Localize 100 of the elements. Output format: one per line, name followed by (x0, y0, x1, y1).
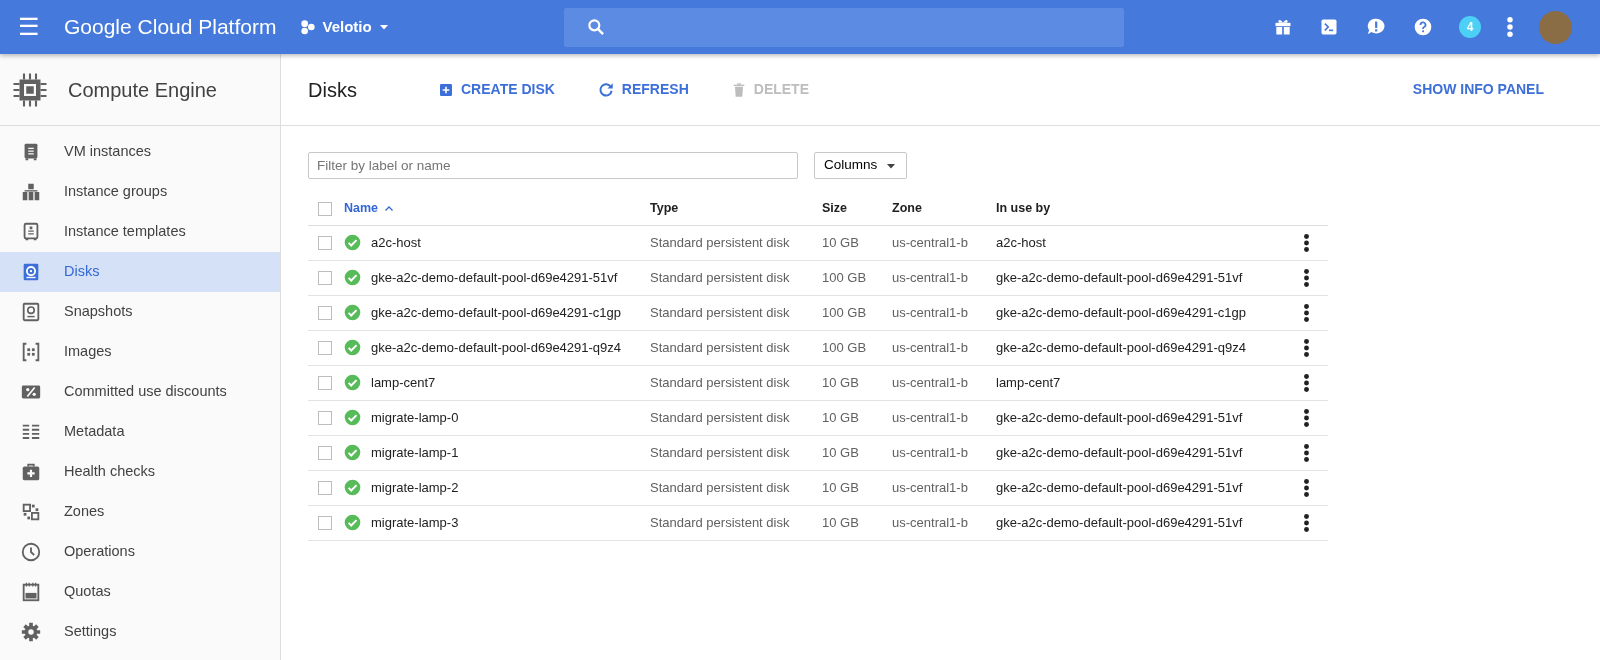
disk-name: migrate-lamp-3 (371, 513, 459, 532)
disk-type: Standard persistent disk (650, 444, 790, 460)
row-checkbox[interactable] (318, 305, 332, 320)
sidebar-item[interactable]: Settings (0, 612, 280, 652)
search-field[interactable] (563, 7, 1124, 47)
sidebar-item[interactable]: Health checks (0, 452, 280, 492)
more-icon[interactable] (1304, 514, 1309, 533)
row-checkbox[interactable] (318, 235, 332, 250)
sidebar-item[interactable]: Quotas (0, 572, 280, 612)
add-box-icon (438, 81, 454, 98)
in-use-by: gke-a2c-demo-default-pool-d69e4291-51vf (996, 409, 1243, 425)
product-title: Google Cloud Platform (64, 14, 277, 41)
disk-size: 100 GB (822, 339, 867, 355)
disk-size: 10 GB (822, 374, 859, 390)
disk-size: 100 GB (822, 304, 867, 320)
hierarchy-icon (20, 181, 42, 203)
row-checkbox[interactable] (318, 515, 332, 530)
disk-zone: us-central1-b (892, 234, 968, 250)
disk-size: 10 GB (822, 514, 859, 530)
dots-icon (300, 19, 317, 35)
row-checkbox[interactable] (318, 480, 332, 495)
disk-zone: us-central1-b (892, 269, 968, 285)
disk-type: Standard persistent disk (650, 514, 790, 530)
disk-size: 100 GB (822, 269, 867, 285)
create-button[interactable]: CREATE DISK (434, 75, 559, 104)
column-header[interactable]: Name (344, 199, 396, 219)
column-header[interactable]: Zone (892, 201, 922, 216)
check-circle-icon (344, 444, 361, 461)
sidebar-item[interactable]: Committed use discounts (0, 372, 280, 412)
calendar-icon (20, 581, 42, 603)
sidebar-item[interactable]: Metadata (0, 412, 280, 452)
sidebar-item[interactable]: Snapshots (0, 292, 280, 332)
more-icon[interactable] (1304, 479, 1309, 498)
disk-name: lamp-cent7 (371, 373, 436, 392)
row-checkbox[interactable] (318, 375, 332, 390)
disk-type: Standard persistent disk (650, 234, 790, 250)
row-checkbox[interactable] (318, 445, 332, 460)
disk-zone: us-central1-b (892, 304, 968, 320)
disk-zone: us-central1-b (892, 374, 968, 390)
in-use-by: gke-a2c-demo-default-pool-d69e4291-51vf (996, 444, 1243, 460)
disk-name: gke-a2c-demo-default-pool-d69e4291-51vf (371, 268, 618, 287)
disk-type: Standard persistent disk (650, 269, 790, 285)
snapshot-icon (20, 301, 42, 323)
disk-size: 10 GB (822, 409, 859, 425)
more-icon[interactable] (1304, 444, 1309, 463)
more-icon[interactable] (1304, 269, 1309, 288)
disk-zone: us-central1-b (892, 409, 968, 425)
disk-name: migrate-lamp-0 (371, 408, 459, 427)
more-icon[interactable] (1304, 339, 1309, 358)
check-circle-icon (344, 374, 361, 391)
row-checkbox[interactable] (318, 340, 332, 355)
terminal-icon[interactable] (1319, 17, 1339, 37)
more-icon[interactable] (1304, 374, 1309, 393)
in-use-by: gke-a2c-demo-default-pool-d69e4291-q9z4 (996, 339, 1247, 355)
refresh-button[interactable]: REFRESH (592, 75, 693, 104)
check-circle-icon (344, 234, 361, 251)
sidebar-item[interactable]: Zones (0, 492, 280, 532)
check-circle-icon (344, 339, 361, 356)
page-title: Disks (308, 77, 358, 103)
disk-size: 10 GB (822, 234, 859, 250)
project-selector[interactable]: Velotio (294, 14, 396, 40)
row-checkbox[interactable] (318, 270, 332, 285)
medical-kit-icon (20, 461, 42, 483)
sidebar-item[interactable]: Images (0, 332, 280, 372)
menu-button[interactable]: ☰ (14, 0, 44, 54)
disk-name: migrate-lamp-1 (371, 443, 459, 462)
section-title: Compute Engine (68, 77, 217, 103)
disk-zone: us-central1-b (892, 339, 968, 355)
check-circle-icon (344, 409, 361, 426)
disk-zone: us-central1-b (892, 444, 968, 460)
in-use-by: gke-a2c-demo-default-pool-d69e4291-51vf (996, 479, 1243, 495)
disk-name: gke-a2c-demo-default-pool-d69e4291-c1gp (371, 303, 622, 322)
sidebar-item[interactable]: Instance groups (0, 172, 280, 212)
in-use-by: lamp-cent7 (996, 374, 1061, 390)
in-use-by: a2c-host (996, 234, 1046, 250)
more-icon[interactable] (1304, 304, 1309, 323)
disk-type: Standard persistent disk (650, 479, 790, 495)
more-icon[interactable] (1304, 234, 1309, 253)
disk-type: Standard persistent disk (650, 409, 790, 425)
sidebar-item[interactable]: VM instances (0, 132, 280, 172)
disk-size: 10 GB (822, 444, 859, 460)
row-checkbox[interactable] (318, 410, 332, 425)
check-circle-icon (344, 479, 361, 496)
column-header[interactable]: In use by (996, 201, 1051, 216)
columns-dropdown[interactable]: Columns (814, 152, 908, 179)
more-icon[interactable] (1304, 409, 1309, 428)
filter-field[interactable]: Filter by label or name (308, 152, 798, 179)
in-use-by: gke-a2c-demo-default-pool-d69e4291-51vf (996, 269, 1243, 285)
gift-icon[interactable] (1273, 17, 1293, 37)
sidebar-item[interactable]: Disks (0, 252, 280, 292)
chip-icon (12, 71, 48, 108)
help-icon[interactable] (1413, 17, 1433, 37)
column-header[interactable]: Size (822, 201, 847, 216)
disk-type: Standard persistent disk (650, 374, 790, 390)
sidebar-item[interactable]: Instance templates (0, 212, 280, 252)
sidebar-item[interactable]: Operations (0, 532, 280, 572)
column-header[interactable]: Type (650, 201, 679, 216)
disk-size: 10 GB (822, 479, 859, 495)
info-panel-button[interactable]: SHOW INFO PANEL (1406, 78, 1550, 101)
select-all-checkbox[interactable] (318, 201, 332, 216)
